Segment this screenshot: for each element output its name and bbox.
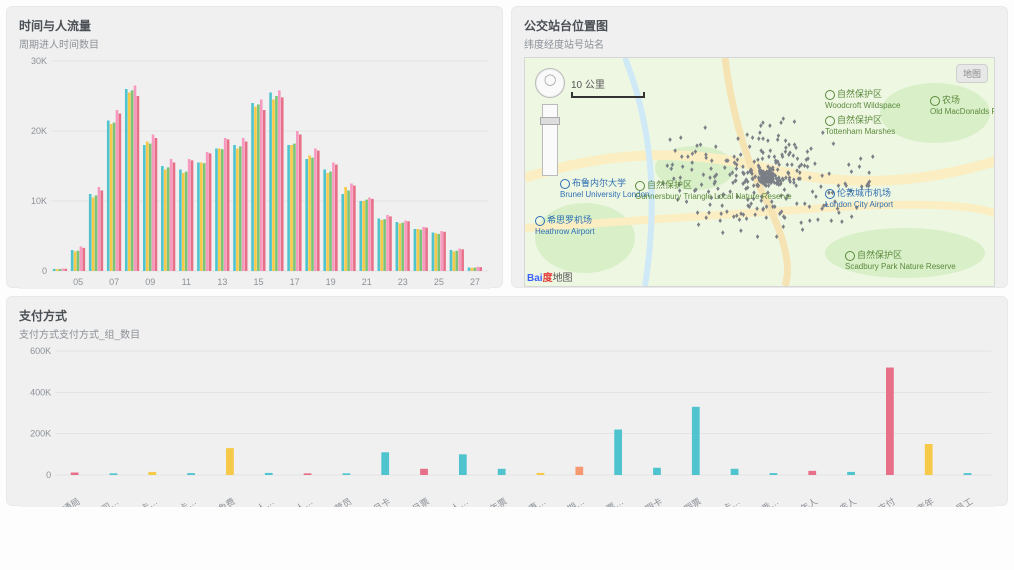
svg-text:10K: 10K (31, 196, 47, 206)
pay-subtitle: 支付方式支付方式_组_数目 (19, 326, 995, 341)
map-nav-control[interactable] (535, 68, 565, 178)
svg-text:老年: 老年 (915, 495, 936, 507)
svg-text:400K: 400K (30, 387, 51, 397)
map-zoom-handle[interactable] (540, 117, 560, 125)
svg-text:13: 13 (217, 277, 227, 287)
map-scale: 10 公里 (571, 76, 645, 98)
svg-text:伦敦交通局: 伦敦交通局 (38, 495, 82, 507)
svg-text:17: 17 (290, 277, 300, 287)
map-type-switch[interactable]: 地图 (956, 64, 988, 83)
svg-text:21: 21 (362, 277, 372, 287)
svg-text:老年人: 老年人 (790, 495, 819, 507)
svg-text:非优惠…: 非优惠… (511, 495, 548, 507)
map-poi: 希思罗机场Heathrow Airport (535, 213, 595, 236)
map-poi: 农场Old MacDonalds Farm (930, 93, 995, 116)
svg-text:09: 09 (145, 277, 155, 287)
svg-text:星期卡: 星期卡 (635, 495, 664, 507)
svg-text:11: 11 (182, 277, 191, 287)
map-pan-control[interactable] (535, 68, 565, 98)
hourly-traffic-card: 时间与人流量 周期进人时间数目 0 10K 20K 30K 05 07 09 11 13 15 17… (6, 6, 503, 288)
hourly-subtitle: 周期进人时间数目 (19, 36, 490, 51)
map-title: 公交站台位置图 (524, 17, 995, 34)
svg-text:27: 27 (470, 277, 480, 287)
svg-text:季月票: 季月票 (402, 495, 431, 507)
payment-bar-chart[interactable]: 0200K400K600K伦敦交通局伦敦地铁公司…伦敦地铁公司卡…伦敦地铁公司卡… (19, 347, 995, 507)
svg-text:20K: 20K (31, 126, 47, 136)
payment-method-card: 支付方式 支付方式支付方式_组_数目 0200K400K600K伦敦交通局伦敦地… (6, 296, 1008, 506)
top-row: 时间与人流量 周期进人时间数目 0 10K 20K 30K 05 07 09 11 13 15 17… (6, 6, 1008, 288)
map-zoom-slider[interactable] (542, 104, 558, 176)
map-poi: 自然保护区Gunnersbury Triangle Local Nature R… (635, 178, 792, 201)
svg-text:残疾人: 残疾人 (829, 495, 858, 507)
map-scale-label: 10 公里 (571, 80, 605, 91)
svg-text:现金支付: 现金支付 (860, 495, 897, 507)
svg-text:07: 07 (109, 277, 119, 287)
map-poi: 自然保护区Tottenham Marshes (825, 113, 895, 136)
svg-text:05: 05 (73, 277, 83, 287)
map-poi: 伦敦城市机场London City Airport (825, 186, 893, 209)
svg-text:0: 0 (46, 470, 51, 480)
svg-text:15: 15 (253, 277, 263, 287)
svg-text:星期票…: 星期票… (589, 496, 625, 507)
svg-text:19: 19 (326, 277, 336, 287)
map-canvas[interactable]: ♦♦♦♦♦♦♦♦♦♦♦♦♦♦♦♦♦♦♦♦♦♦♦♦♦♦♦♦♦♦♦♦♦♦♦♦♦♦♦♦… (524, 57, 995, 287)
svg-text:儿童免费: 儿童免费 (200, 495, 237, 507)
dashboard-page: 时间与人流量 周期进人时间数目 0 10K 20K 30K 05 07 09 11 13 15 17… (0, 0, 1014, 570)
svg-text:25: 25 (434, 277, 444, 287)
svg-text:有限乘…: 有限乘… (744, 495, 781, 507)
map-poi: 自然保护区Woodcroft Wildspace (825, 87, 900, 110)
svg-text:30K: 30K (31, 57, 47, 66)
svg-text:星期票: 星期票 (675, 496, 703, 507)
svg-text:年票: 年票 (488, 495, 509, 507)
hourly-bar-chart[interactable]: 0 10K 20K 30K 05 07 09 11 13 15 17 19 21 23 25 27 (19, 57, 490, 289)
svg-text:23: 23 (398, 277, 408, 287)
baidu-logo: Bai度地图 (527, 269, 573, 284)
map-subtitle: 纬度经度站号站名 (524, 36, 995, 51)
map-poi: 自然保护区Scadbury Park Nature Reserve (845, 248, 956, 271)
svg-text:退休员工: 退休员工 (938, 495, 975, 507)
pay-title: 支付方式 (19, 307, 995, 324)
svg-text:季月卡: 季月卡 (363, 495, 392, 507)
svg-text:600K: 600K (30, 347, 51, 356)
svg-text:200K: 200K (30, 429, 51, 439)
svg-text:公交运营员: 公交运营员 (309, 495, 353, 507)
hourly-title: 时间与人流量 (19, 17, 490, 34)
bus-stop-map-card: 公交站台位置图 纬度经度站号站名 ♦♦♦♦♦♦♦♦♦♦♦♦♦♦♦♦♦♦♦♦♦♦♦… (511, 6, 1008, 288)
svg-text:0: 0 (42, 266, 47, 276)
